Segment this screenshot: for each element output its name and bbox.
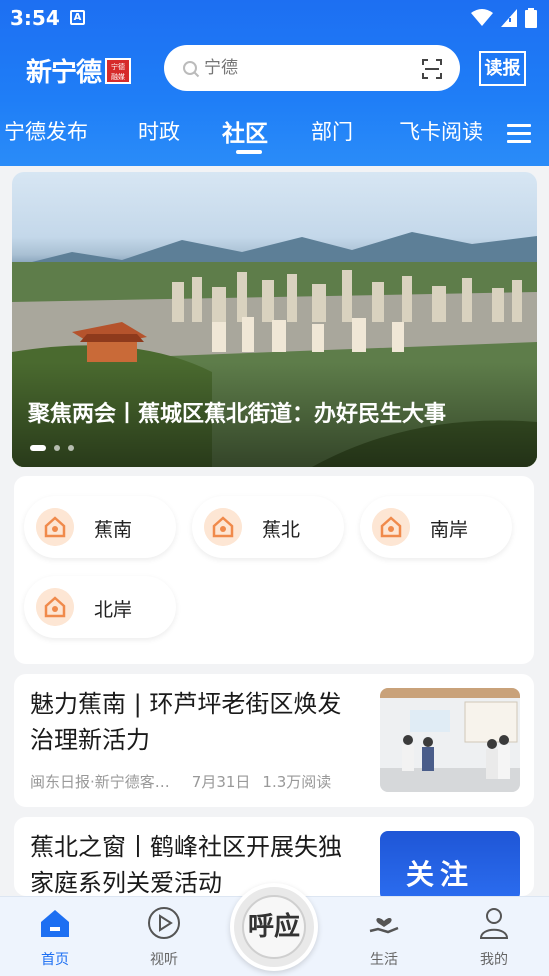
tab-community[interactable]: 社区: [222, 114, 268, 148]
active-tab-indicator: [236, 150, 262, 154]
home-pin-icon: [372, 508, 410, 546]
read-paper-button[interactable]: 读报: [479, 51, 526, 86]
nav-video[interactable]: 视听: [129, 905, 199, 969]
district-label: 蕉北: [262, 519, 301, 541]
news-title[interactable]: 蕉北之窗丨鹤峰社区开展失独家庭系列关爱活动: [30, 829, 356, 896]
search-icon: [183, 61, 200, 78]
menu-icon[interactable]: [507, 124, 531, 144]
tab-feika-reading[interactable]: 飞卡阅读: [399, 116, 483, 146]
home-pin-icon: [204, 508, 242, 546]
nav-label: 首页: [41, 952, 69, 968]
tab-politics[interactable]: 时政: [138, 116, 180, 146]
home-icon: [41, 910, 69, 937]
carousel-dots: [30, 445, 74, 451]
news-title[interactable]: 魅力蕉南 | 环芦坪老街区焕发治理新活力: [30, 686, 356, 758]
search-bar[interactable]: [164, 45, 460, 91]
wifi-icon: [471, 9, 493, 26]
news-meta: 闽东日报·新宁德客… 7月31日 1.3万阅读: [30, 771, 331, 792]
carousel-dot: [54, 445, 60, 451]
notification-icon: A: [70, 10, 85, 25]
tab-departments[interactable]: 部门: [311, 116, 353, 146]
battery-icon: [525, 8, 537, 28]
system-icons: [471, 8, 537, 28]
app-logo[interactable]: 新宁德 宁德 融媒: [26, 52, 132, 89]
status-time: 3:54: [10, 6, 60, 30]
home-pin-icon: [36, 588, 74, 626]
nav-profile[interactable]: 我的: [459, 905, 529, 969]
nav-life[interactable]: 生活: [349, 905, 419, 969]
nav-home[interactable]: 首页: [20, 905, 90, 969]
nav-label: 我的: [480, 952, 508, 968]
logo-text: 新宁德: [26, 58, 102, 88]
channel-tabs: 宁德发布 时政 社区 部门 飞卡阅读: [0, 110, 549, 158]
banner-carousel[interactable]: 聚焦两会丨蕉城区蕉北街道：办好民生大事: [12, 172, 537, 467]
district-label: 蕉南: [94, 519, 133, 541]
district-label: 南岸: [430, 519, 469, 541]
carousel-dot: [30, 445, 46, 451]
user-icon: [479, 908, 509, 939]
status-bar: 3:54 A: [0, 0, 549, 36]
news-source: 闽东日报·新宁德客…: [30, 773, 170, 791]
banner-caption[interactable]: 聚焦两会丨蕉城区蕉北街道：办好民生大事: [28, 396, 508, 428]
district-chip-jiaobei[interactable]: 蕉北: [192, 496, 344, 558]
carousel-dot: [68, 445, 74, 451]
app-header: 3:54 A 新宁德 宁德 融媒 读报 宁德发布 时政 社区 部门 飞卡阅读: [0, 0, 549, 166]
district-chip-nanan[interactable]: 南岸: [360, 496, 512, 558]
bottom-nav: 首页 视听 呼应 生活 我的: [0, 883, 549, 976]
logo-seal: 宁德 融媒: [105, 57, 132, 84]
scan-icon[interactable]: [422, 59, 442, 79]
district-label: 北岸: [94, 599, 133, 621]
nav-label: 生活: [370, 952, 398, 968]
news-date: 7月31日: [191, 773, 251, 791]
top-bar: 新宁德 宁德 融媒 读报: [0, 44, 549, 94]
play-icon: [148, 907, 180, 939]
tab-ningde-release[interactable]: 宁德发布: [4, 116, 88, 146]
district-chip-jiaonan[interactable]: 蕉南: [24, 496, 176, 558]
home-pin-icon: [36, 508, 74, 546]
hand-heart-icon: [369, 917, 399, 934]
thumb-text: 关注: [406, 858, 475, 891]
search-input[interactable]: [204, 56, 404, 80]
center-action-button[interactable]: 呼应: [230, 883, 318, 971]
news-thumbnail: 关注: [380, 831, 520, 896]
nav-label: 视听: [150, 952, 178, 968]
center-action-label: 呼应: [242, 895, 306, 959]
signal-icon: [501, 9, 517, 27]
district-grid: 蕉南 蕉北 南岸 北岸: [14, 476, 534, 664]
news-card[interactable]: 魅力蕉南 | 环芦坪老街区焕发治理新活力 闽东日报·新宁德客… 7月31日 1.…: [14, 674, 534, 807]
news-views: 1.3万阅读: [262, 773, 332, 791]
news-thumbnail: [380, 688, 520, 792]
district-chip-beian[interactable]: 北岸: [24, 576, 176, 638]
